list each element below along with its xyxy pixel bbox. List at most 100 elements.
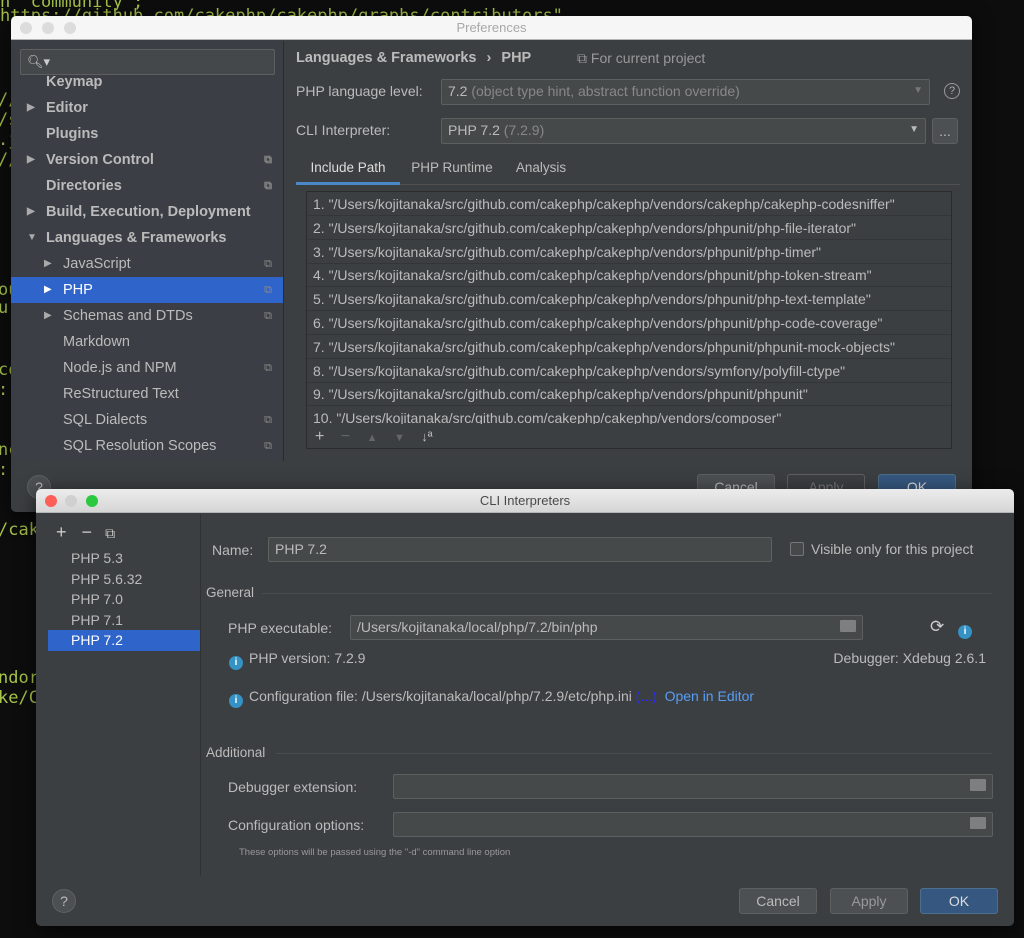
- name-label: Name:: [212, 542, 254, 558]
- sidebar-item[interactable]: SQL Resolution Scopes ⧉: [11, 433, 283, 459]
- close-button[interactable]: [45, 495, 57, 507]
- zoom-button[interactable]: [86, 495, 98, 507]
- sidebar-item[interactable]: ▶ JavaScript ⧉: [11, 251, 283, 277]
- interpreter-item[interactable]: PHP 7.2: [48, 630, 200, 651]
- configuration-options-input[interactable]: [393, 812, 993, 837]
- name-input[interactable]: PHP 7.2: [268, 537, 772, 562]
- php-version: PHP version: 7.2.9: [249, 650, 366, 666]
- settings-panel: Languages & Frameworks › PHP ⧉ For curre…: [285, 41, 972, 461]
- sidebar-item[interactable]: SQL Dialects ⧉: [11, 407, 283, 433]
- open-in-editor-link[interactable]: Open in Editor: [665, 688, 755, 704]
- tab-php-runtime[interactable]: PHP Runtime: [400, 157, 504, 185]
- help-button[interactable]: ?: [52, 889, 76, 913]
- cli-interpreter-select[interactable]: PHP 7.2 (7.2.9) ▼: [441, 118, 926, 144]
- include-path-row[interactable]: 3. "/Users/kojitanaka/src/github.com/cak…: [307, 240, 951, 264]
- include-path-row[interactable]: 9. "/Users/kojitanaka/src/github.com/cak…: [307, 382, 951, 407]
- preferences-titlebar: Preferences: [11, 16, 972, 40]
- config-file-more-link[interactable]: (...): [636, 688, 657, 704]
- interpreter-item[interactable]: PHP 5.6.32: [48, 569, 200, 590]
- sidebar-item[interactable]: ▼ Languages & Frameworks: [11, 225, 283, 251]
- add-icon[interactable]: +: [315, 428, 324, 445]
- reload-icon[interactable]: ⟳: [930, 617, 944, 637]
- sidebar-item[interactable]: ReStructured Text: [11, 381, 283, 407]
- info-icon[interactable]: i: [958, 625, 972, 639]
- visible-only-checkbox[interactable]: [790, 542, 804, 556]
- preferences-window: Preferences 🔍︎▾ Keymap ▶ Editor Plugins ▶ Ver…: [11, 16, 972, 512]
- sidebar-item[interactable]: ▶ Schemas and DTDs ⧉: [11, 303, 283, 329]
- ok-button[interactable]: OK: [920, 888, 998, 914]
- php-executable-label: PHP executable:: [228, 620, 333, 636]
- interpreter-item[interactable]: PHP 7.0: [48, 589, 200, 610]
- chevron-down-icon[interactable]: ▼: [27, 225, 37, 251]
- minimize-button[interactable]: [65, 495, 77, 507]
- help-icon[interactable]: ?: [944, 83, 960, 99]
- include-path-row[interactable]: 5. "/Users/kojitanaka/src/github.com/cak…: [307, 287, 951, 312]
- chevron-right-icon[interactable]: ▶: [44, 277, 52, 303]
- tab-include-path[interactable]: Include Path: [296, 157, 400, 185]
- sidebar-item[interactable]: Node.js and NPM ⧉: [11, 355, 283, 381]
- terminal-fragment: :: [0, 380, 8, 400]
- configure-interpreters-button[interactable]: ...: [932, 118, 958, 144]
- move-down-icon[interactable]: ▼: [394, 432, 405, 444]
- folder-icon[interactable]: [840, 620, 856, 632]
- chevron-right-icon[interactable]: ▶: [27, 95, 35, 121]
- zoom-button[interactable]: [64, 22, 76, 34]
- include-path-row[interactable]: 6. "/Users/kojitanaka/src/github.com/cak…: [307, 311, 951, 335]
- sidebar-item-label: Keymap: [46, 74, 103, 90]
- remove-icon[interactable]: −: [82, 522, 93, 542]
- search-icon: 🔍︎▾: [27, 54, 51, 69]
- sort-icon[interactable]: ↓ª: [421, 429, 432, 444]
- cancel-button[interactable]: Cancel: [739, 888, 817, 914]
- interpreter-item[interactable]: PHP 5.3: [48, 548, 200, 569]
- project-scope-icon: ⧉: [264, 258, 272, 270]
- sidebar-item-label: PHP: [63, 282, 93, 298]
- chevron-right-icon[interactable]: ▶: [27, 147, 35, 173]
- php-executable-input[interactable]: /Users/kojitanaka/local/php/7.2/bin/php: [350, 615, 863, 640]
- sidebar-item[interactable]: ▶ Version Control ⧉: [11, 147, 283, 173]
- apply-button[interactable]: Apply: [830, 888, 908, 914]
- sidebar-item-label: Directories: [46, 178, 122, 194]
- terminal-fragment: ndor: [0, 668, 39, 688]
- sidebar-item-label: Markdown: [63, 334, 130, 350]
- config-file-path: Configuration file: /Users/kojitanaka/lo…: [249, 688, 632, 704]
- include-path-row[interactable]: 7. "/Users/kojitanaka/src/github.com/cak…: [307, 335, 951, 359]
- sidebar-item[interactable]: Plugins: [11, 121, 283, 147]
- language-level-select[interactable]: 7.2 (object type hint, abstract function…: [441, 79, 930, 105]
- folder-icon[interactable]: [970, 779, 986, 791]
- include-path-row[interactable]: 8. "/Users/kojitanaka/src/github.com/cak…: [307, 359, 951, 383]
- interpreter-item[interactable]: PHP 7.1: [48, 610, 200, 631]
- sidebar-item-label: Editor: [46, 100, 88, 116]
- close-button[interactable]: [20, 22, 32, 34]
- sidebar-item[interactable]: Keymap: [11, 69, 283, 95]
- folder-icon[interactable]: [970, 817, 986, 829]
- sidebar-item-label: Version Control: [46, 152, 154, 168]
- sidebar-item-label: Plugins: [46, 126, 99, 142]
- include-path-row[interactable]: 4. "/Users/kojitanaka/src/github.com/cak…: [307, 263, 951, 288]
- sidebar-item[interactable]: ▶ PHP ⧉: [11, 277, 283, 303]
- debugger-extension-input[interactable]: [393, 774, 993, 799]
- include-path-row[interactable]: 1. "/Users/kojitanaka/src/github.com/cak…: [307, 192, 951, 216]
- sidebar-item[interactable]: Directories ⧉: [11, 173, 283, 199]
- configuration-options-label: Configuration options:: [228, 817, 365, 833]
- terminal-fragment: ke/C: [0, 688, 39, 708]
- general-section-title: General: [206, 585, 255, 600]
- sidebar-item-label: Node.js and NPM: [63, 360, 177, 376]
- sidebar-item[interactable]: ▶ Editor: [11, 95, 283, 121]
- chevron-right-icon[interactable]: ▶: [44, 303, 52, 329]
- visible-only-label: Visible only for this project: [811, 541, 974, 557]
- terminal-fragment: u: [0, 298, 9, 318]
- chevron-right-icon[interactable]: ▶: [44, 251, 52, 277]
- move-up-icon[interactable]: ▲: [367, 432, 378, 444]
- minimize-button[interactable]: [42, 22, 54, 34]
- include-path-row[interactable]: 2. "/Users/kojitanaka/src/github.com/cak…: [307, 216, 951, 240]
- add-icon[interactable]: +: [56, 522, 67, 542]
- window-title: Preferences: [456, 20, 527, 35]
- sidebar-item[interactable]: ▶ Build, Execution, Deployment: [11, 199, 283, 225]
- cli-hint: (7.2.9): [503, 122, 545, 138]
- tab-analysis[interactable]: Analysis: [504, 157, 578, 185]
- remove-icon[interactable]: −: [341, 428, 350, 445]
- include-path-row[interactable]: 10. "/Users/kojitanaka/src/github.com/ca…: [307, 406, 951, 424]
- copy-icon[interactable]: ⧉: [105, 525, 115, 541]
- sidebar-item[interactable]: Markdown: [11, 329, 283, 355]
- chevron-right-icon[interactable]: ▶: [27, 199, 35, 225]
